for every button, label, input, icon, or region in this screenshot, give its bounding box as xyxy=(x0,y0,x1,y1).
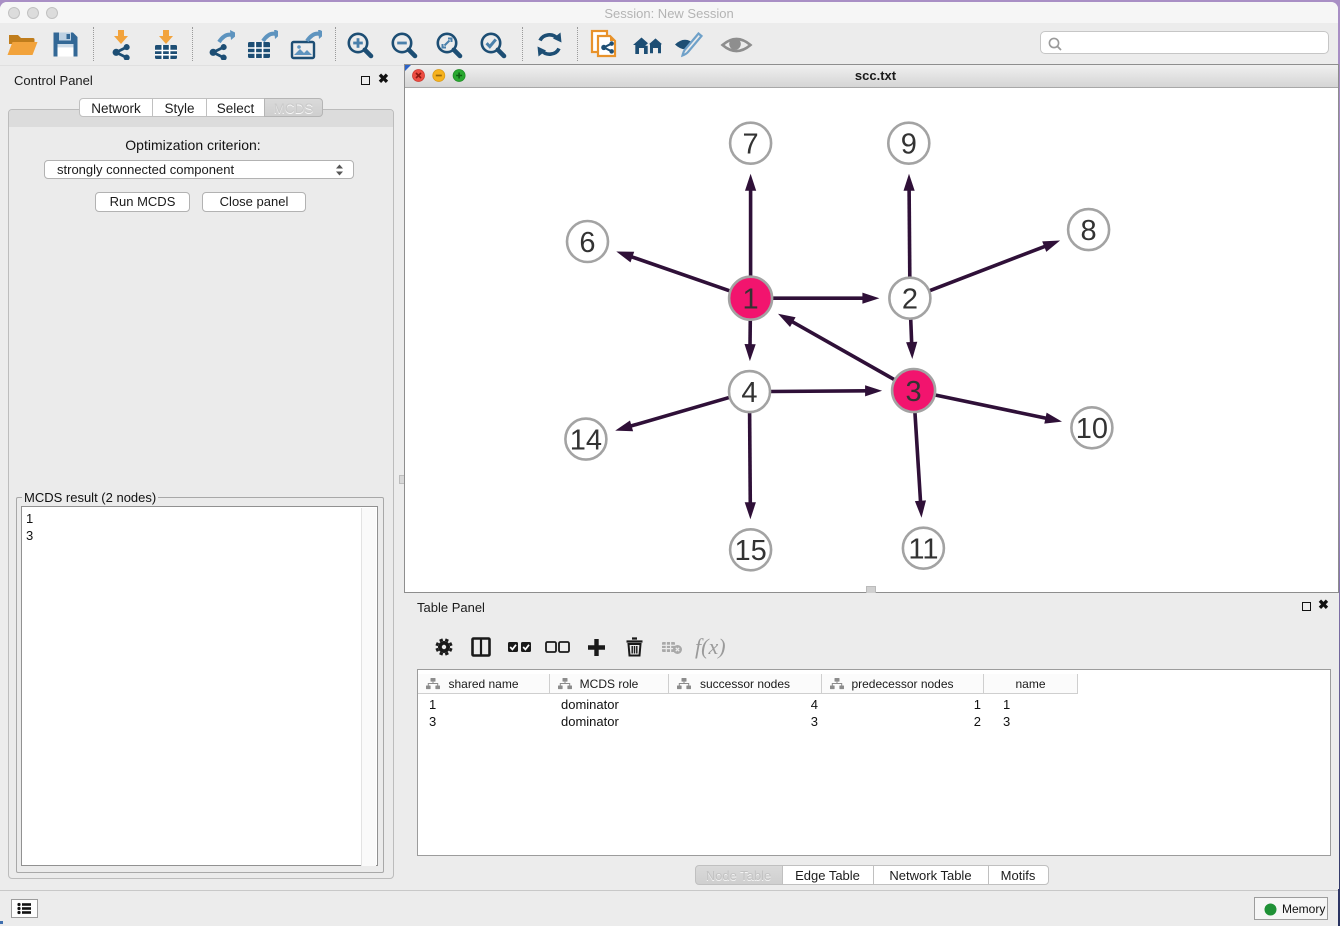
svg-text:9: 9 xyxy=(901,129,917,161)
svg-text:14: 14 xyxy=(570,424,602,456)
svg-text:6: 6 xyxy=(579,227,595,259)
svg-text:1: 1 xyxy=(743,284,759,316)
svg-text:11: 11 xyxy=(908,534,938,566)
svg-text:15: 15 xyxy=(734,535,766,567)
svg-text:7: 7 xyxy=(743,129,759,161)
svg-text:8: 8 xyxy=(1081,215,1097,247)
svg-text:4: 4 xyxy=(741,377,757,409)
svg-text:10: 10 xyxy=(1076,413,1108,445)
svg-text:3: 3 xyxy=(906,376,922,408)
svg-text:2: 2 xyxy=(902,284,918,316)
